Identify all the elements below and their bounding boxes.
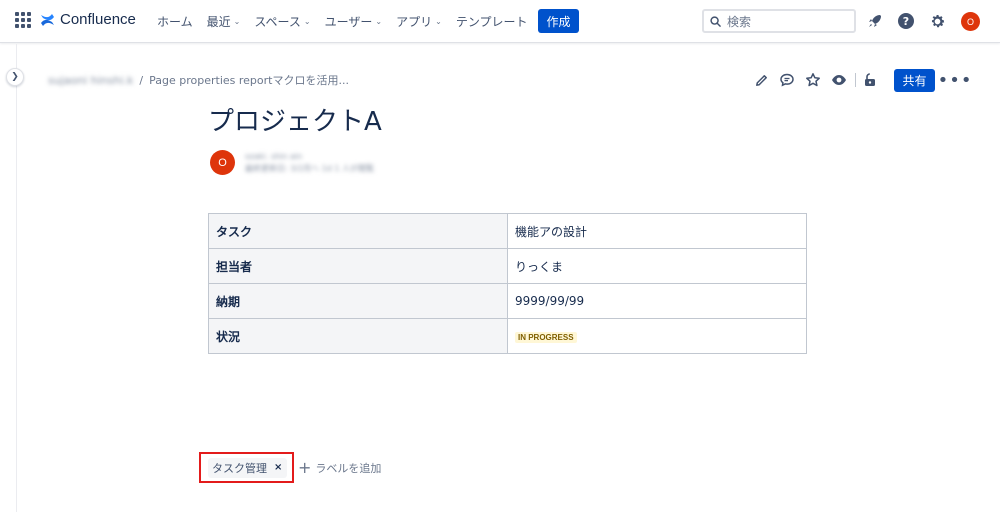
author-avatar[interactable]: O bbox=[210, 150, 235, 175]
expand-sidebar-button[interactable]: ❯ bbox=[6, 68, 24, 86]
nav-item-label: ユーザー bbox=[324, 15, 373, 29]
breadcrumb: sujaoni hinshi.k / Page properties repor… bbox=[48, 72, 349, 88]
confluence-logo-icon bbox=[41, 13, 54, 26]
table-row: 状況 IN PROGRESS bbox=[208, 318, 807, 354]
star-button[interactable] bbox=[803, 70, 823, 90]
help-icon: ? bbox=[898, 13, 914, 29]
add-label-button[interactable]: + ラベルを追加 bbox=[298, 457, 382, 477]
comment-button[interactable] bbox=[777, 70, 797, 90]
property-value: 9999/99/99 bbox=[507, 283, 807, 319]
property-key: 状況 bbox=[208, 318, 508, 354]
byline-text: ozaki. shin ain 最終更新日: 3/2月へ 1d 1 人が閲覧 bbox=[245, 151, 374, 175]
nav-item-label: アプリ bbox=[396, 15, 433, 29]
watch-button[interactable] bbox=[829, 70, 849, 90]
confluence-logo[interactable]: Confluence bbox=[40, 11, 136, 28]
svg-text:?: ? bbox=[903, 15, 909, 28]
page-meta: 最終更新日: 3/2月へ 1d 1 人が閲覧 bbox=[245, 163, 374, 173]
remove-label-icon[interactable]: × bbox=[274, 462, 282, 473]
nav-item-people[interactable]: ユーザー ⌄ bbox=[325, 13, 382, 30]
nav-item-recent[interactable]: 最近 ⌄ bbox=[207, 13, 241, 30]
nav-item-label: スペース bbox=[254, 15, 301, 29]
app-name: Confluence bbox=[60, 11, 136, 28]
status-lozenge: IN PROGRESS bbox=[515, 332, 577, 343]
edit-button[interactable] bbox=[751, 70, 771, 90]
notifications-button[interactable] bbox=[865, 11, 885, 31]
property-key: 納期 bbox=[208, 283, 508, 319]
property-key: 担当者 bbox=[208, 248, 508, 284]
search-icon bbox=[710, 15, 721, 27]
labels-section: タスク管理 × + ラベルを追加 bbox=[199, 452, 381, 483]
nav-item-label: テンプレート bbox=[455, 15, 528, 29]
property-value: IN PROGRESS bbox=[507, 318, 807, 354]
search-input[interactable]: 検索 bbox=[702, 9, 856, 33]
page-actions bbox=[751, 70, 886, 90]
property-value: りっくま bbox=[507, 248, 807, 284]
add-label-text: ラベルを追加 bbox=[315, 461, 382, 475]
rocket-icon bbox=[869, 15, 881, 27]
page-title: プロジェクトA bbox=[208, 107, 382, 137]
restrictions-button[interactable] bbox=[860, 70, 880, 90]
chevron-right-icon: ❯ bbox=[11, 72, 19, 82]
more-actions-button[interactable]: ••• bbox=[938, 70, 972, 91]
nav-item-apps[interactable]: アプリ ⌄ bbox=[396, 13, 442, 30]
page-properties-table: タスク 機能アの設計 担当者 りっくま 納期 9999/99/99 状況 IN … bbox=[208, 213, 807, 354]
top-navigation: Confluence ホーム 最近 ⌄ スペース ⌄ ユーザー ⌄ アプリ ⌄ テンプレ… bbox=[0, 0, 1000, 43]
breadcrumb-parent[interactable]: Page properties reportマクロを活用... bbox=[149, 72, 349, 88]
breadcrumb-space[interactable]: sujaoni hinshi.k bbox=[48, 74, 133, 87]
property-value: 機能アの設計 bbox=[507, 213, 807, 249]
settings-button[interactable] bbox=[927, 11, 947, 31]
sidebar-rail bbox=[0, 44, 17, 512]
label-chip[interactable]: タスク管理 × bbox=[208, 457, 288, 478]
plus-icon: + bbox=[298, 457, 312, 477]
divider bbox=[855, 73, 856, 87]
table-row: タスク 機能アの設計 bbox=[208, 213, 807, 249]
create-button[interactable]: 作成 bbox=[538, 9, 579, 33]
star-icon bbox=[806, 73, 820, 87]
breadcrumb-separator: / bbox=[139, 73, 144, 87]
chevron-down-icon: ⌄ bbox=[233, 17, 241, 26]
help-button[interactable]: ? bbox=[896, 11, 916, 31]
label-text[interactable]: タスク管理 bbox=[212, 460, 267, 476]
nav-item-templates[interactable]: テンプレート bbox=[456, 13, 528, 30]
highlight-box: タスク管理 × bbox=[199, 452, 294, 483]
chevron-down-icon: ⌄ bbox=[435, 17, 442, 26]
search-placeholder: 検索 bbox=[727, 14, 752, 29]
byline: O ozaki. shin ain 最終更新日: 3/2月へ 1d 1 人が閲覧 bbox=[210, 150, 374, 175]
restrictions-icon bbox=[865, 73, 875, 86]
table-row: 担当者 りっくま bbox=[208, 248, 807, 284]
chevron-down-icon: ⌄ bbox=[375, 17, 383, 26]
nav-item-spaces[interactable]: スペース ⌄ bbox=[254, 13, 310, 30]
nav-item-label: 最近 bbox=[206, 15, 231, 29]
more-icon: ••• bbox=[937, 69, 973, 91]
table-row: 納期 9999/99/99 bbox=[208, 283, 807, 319]
settings-icon bbox=[931, 14, 944, 27]
property-key: タスク bbox=[208, 213, 508, 249]
nav-menu: ホーム 最近 ⌄ スペース ⌄ ユーザー ⌄ アプリ ⌄ テンプレート bbox=[157, 0, 541, 43]
edit-icon bbox=[755, 74, 767, 86]
share-button[interactable]: 共有 bbox=[894, 69, 935, 92]
author-name[interactable]: ozaki. shin ain bbox=[245, 151, 374, 163]
nav-item-label: ホーム bbox=[157, 15, 193, 29]
chevron-down-icon: ⌄ bbox=[303, 17, 311, 26]
nav-item-home[interactable]: ホーム bbox=[157, 13, 193, 30]
app-switcher-icon[interactable] bbox=[15, 12, 31, 28]
watch-icon bbox=[832, 75, 846, 85]
comment-icon bbox=[780, 73, 794, 87]
user-avatar[interactable]: O bbox=[961, 12, 980, 31]
